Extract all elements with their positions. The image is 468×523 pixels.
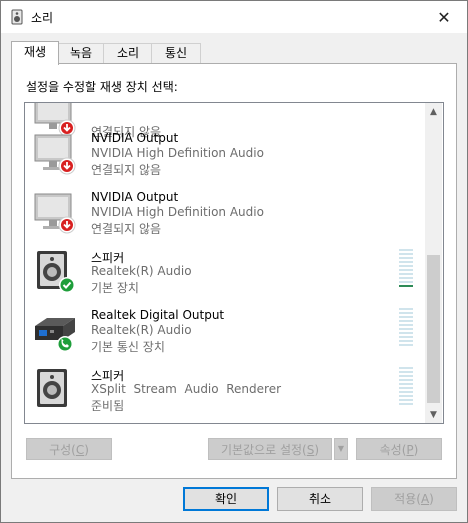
apply-label: 적용	[394, 492, 417, 506]
speaker-icon	[37, 251, 75, 293]
properties-accel: P	[406, 443, 414, 457]
device-name: NVIDIA Output	[91, 131, 179, 145]
ok-button[interactable]: 확인	[183, 487, 269, 511]
volume-meter	[399, 367, 413, 407]
device-name: Realtek Digital Output	[91, 308, 225, 322]
configure-accel: C	[75, 443, 85, 457]
vertical-scrollbar[interactable]: ▲ ▼	[425, 103, 442, 423]
device-driver: NVIDIA High Definition Audio	[91, 205, 264, 219]
volume-meter	[399, 308, 413, 348]
properties-button[interactable]: 속성(P)	[356, 438, 442, 460]
scroll-up-arrow-icon[interactable]: ▲	[425, 103, 442, 120]
cancel-button[interactable]: 취소	[277, 487, 363, 511]
title-bar[interactable]: 소리 ✕	[1, 1, 467, 33]
panel-caption: 설정을 수정할 재생 장치 선택:	[26, 80, 178, 94]
device-item[interactable]: NVIDIA Output NVIDIA High Definition Aud…	[25, 125, 425, 184]
device-driver: XSplit Stream Audio Renderer	[91, 382, 282, 396]
volume-meter	[399, 249, 413, 289]
properties-label: 속성	[379, 443, 402, 457]
device-driver: NVIDIA High Definition Audio	[91, 146, 264, 160]
tab-communications[interactable]: 통신	[151, 43, 201, 63]
device-item[interactable]: NVIDIA Output NVIDIA High Definition Aud…	[25, 184, 425, 243]
playback-panel: 설정을 수정할 재생 장치 선택: 연결되지 않음 NVIDIA Output …	[11, 63, 457, 479]
set-default-dropdown-chevron-down-icon[interactable]: ▼	[334, 438, 348, 460]
device-item[interactable]: 스피커 Realtek(R) Audio 기본 장치	[25, 243, 425, 302]
device-status: 연결되지 않음	[91, 222, 162, 236]
tab-recording[interactable]: 녹음	[57, 43, 105, 63]
monitor-icon	[34, 193, 76, 234]
device-item[interactable]: 스피커 XSplit Stream Audio Renderer 준비됨	[25, 361, 425, 420]
window-title: 소리	[31, 11, 54, 25]
close-button[interactable]: ✕	[421, 1, 467, 33]
device-status: 기본 장치	[91, 281, 139, 295]
speaker-icon	[37, 369, 67, 407]
close-icon: ✕	[437, 7, 451, 27]
digital-output-icon	[35, 318, 75, 352]
set-default-accel: S	[306, 443, 315, 457]
monitor-icon	[34, 134, 76, 175]
tab-playback[interactable]: 재생	[11, 41, 59, 65]
scroll-down-arrow-icon[interactable]: ▼	[425, 406, 442, 423]
tab-sounds[interactable]: 소리	[103, 43, 153, 63]
set-default-label: 기본값으로 설정	[220, 443, 303, 457]
apply-accel: A	[420, 492, 430, 506]
apply-button[interactable]: 적용(A)	[371, 487, 457, 511]
device-name: NVIDIA Output	[91, 190, 179, 204]
configure-label: 구성	[49, 443, 72, 457]
device-driver: Realtek(R) Audio	[91, 323, 192, 337]
device-list[interactable]: 연결되지 않음 NVIDIA Output NVIDIA High Defini…	[24, 102, 444, 424]
device-status: 연결되지 않음	[91, 163, 162, 177]
device-driver: Realtek(R) Audio	[91, 264, 192, 278]
set-default-button[interactable]: 기본값으로 설정(S)	[208, 438, 332, 460]
speaker-app-icon	[11, 9, 23, 25]
device-status: 준비됨	[91, 399, 125, 413]
configure-button[interactable]: 구성(C)	[26, 438, 112, 460]
scroll-thumb[interactable]	[427, 255, 440, 403]
sound-dialog: 소리 ✕ 재생 녹음 소리 통신 설정을 수정할 재생 장치 선택: 연결되지 …	[0, 0, 468, 523]
device-item[interactable]: Realtek Digital Output Realtek(R) Audio …	[25, 302, 425, 361]
device-status: 기본 통신 장치	[91, 340, 165, 354]
